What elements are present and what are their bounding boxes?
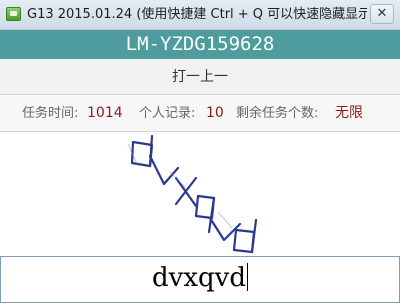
prompt-text: 打一上一 [0,59,400,95]
text-caret [246,263,248,291]
close-button[interactable]: ✕ [370,4,394,24]
stats-bar: 任务时间: 1014 个人记录: 10 剩余任务个数: 无限 [0,95,400,132]
task-time-value: 1014 [87,105,123,121]
personal-record-label: 个人记录: [139,106,196,121]
captcha-window: G13 2015.01.24 (使用快捷建 Ctrl + Q 可以快速隐藏显示窗… [0,0,400,303]
personal-record-value: 10 [206,105,224,121]
remaining-tasks-value: 无限 [335,105,363,121]
remaining-tasks-label: 剩余任务个数: [236,106,319,121]
answer-text: dvxqvd [152,263,246,293]
captcha-image: dvxqvd [0,132,400,256]
app-icon [6,7,21,21]
answer-input[interactable]: dvxqvd [0,256,400,303]
captcha-text: dvxqvd [0,132,4,133]
account-id-header: LM-YZDG159628 [0,30,400,59]
window-title: G13 2015.01.24 (使用快捷建 Ctrl + Q 可以快速隐藏显示窗 [27,7,367,22]
task-time-label: 任务时间: [22,106,79,121]
title-bar[interactable]: G13 2015.01.24 (使用快捷建 Ctrl + Q 可以快速隐藏显示窗… [0,0,400,30]
captcha-graphic: dvxqvd [0,132,258,254]
